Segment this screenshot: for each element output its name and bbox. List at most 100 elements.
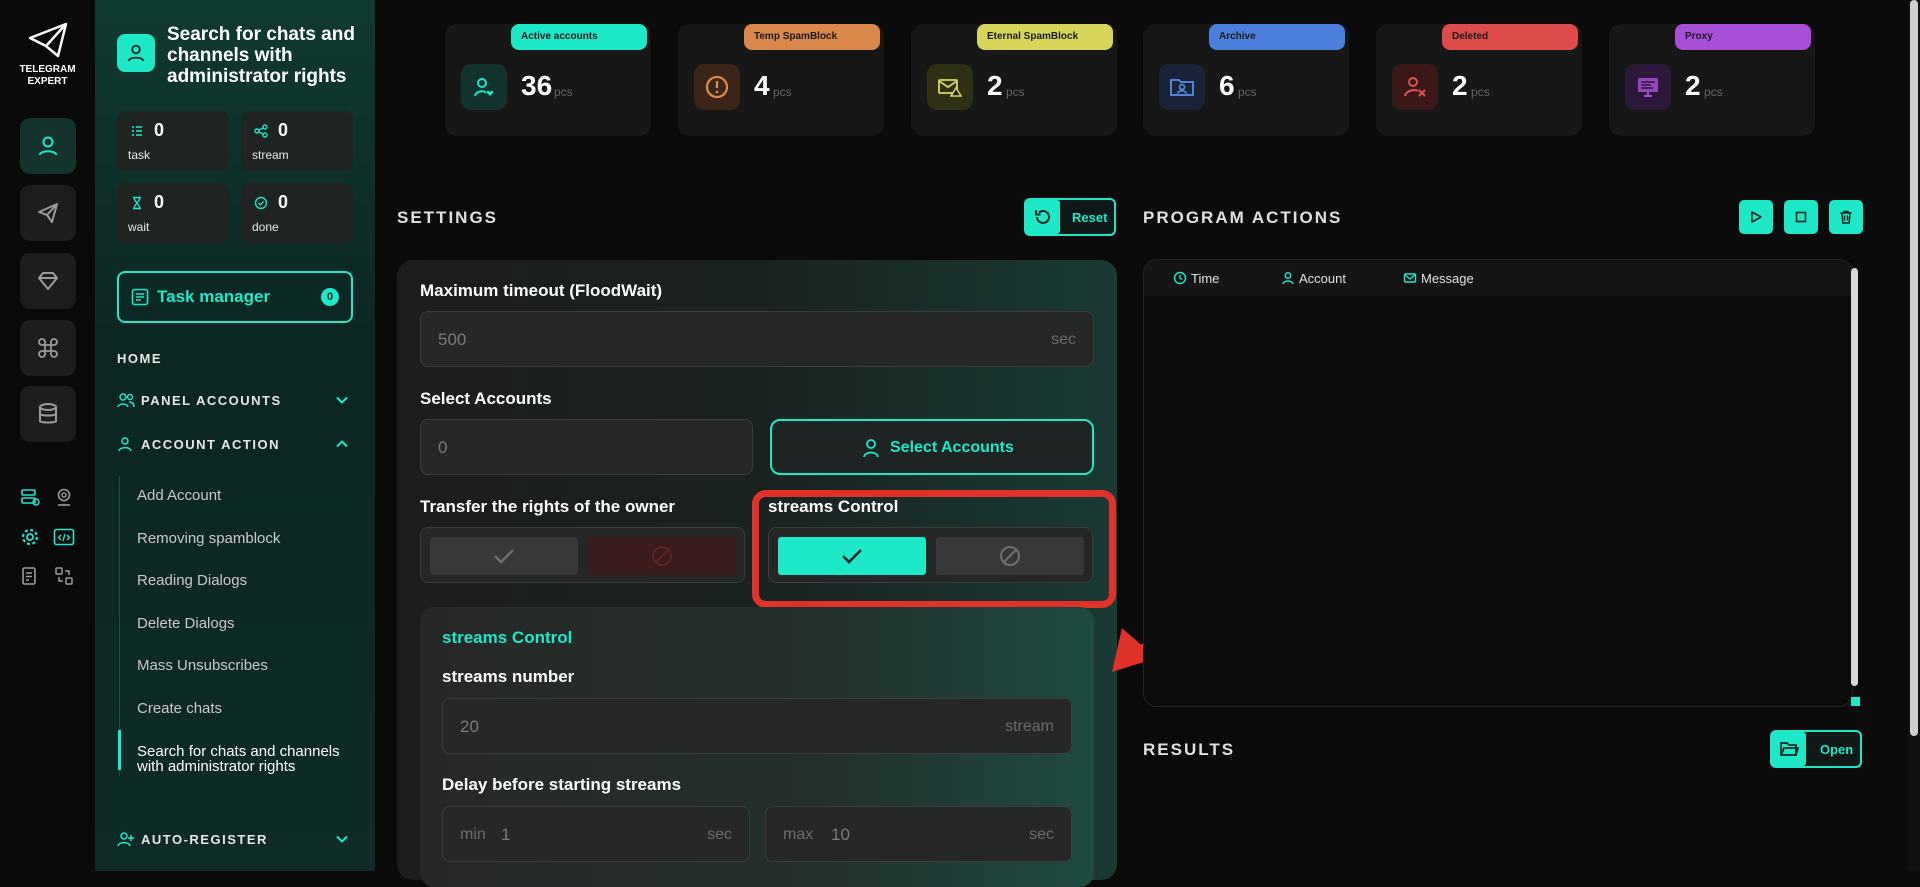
chevron-down-icon[interactable]	[335, 393, 349, 407]
transfer-rights-no[interactable]	[588, 537, 736, 575]
delay-min-prefix: min	[460, 826, 486, 843]
log-scrollbar[interactable]	[1851, 268, 1858, 686]
nav-home-label: HOME	[117, 351, 162, 366]
page-scrollbar[interactable]	[1908, 0, 1920, 871]
delay-min-unit: sec	[707, 826, 732, 843]
chevron-up-icon[interactable]	[335, 437, 349, 451]
rail-accounts-button[interactable]	[20, 118, 76, 174]
timeout-value: 500	[438, 330, 467, 349]
nav-account-action-label: ACCOUNT ACTION	[141, 437, 280, 452]
rail-mailing-button[interactable]	[20, 185, 76, 241]
streams-number-input[interactable]: 20 stream	[442, 698, 1072, 754]
done-stat-card: 0 done	[241, 183, 353, 243]
wait-stat-card: 0 wait	[117, 183, 229, 243]
proxy-screen-icon	[1625, 64, 1671, 110]
deleted-card[interactable]: Deleted 2 pcs	[1376, 24, 1582, 136]
switch-icon	[55, 567, 73, 585]
selected-accounts-count-field[interactable]: 0	[420, 419, 753, 475]
code-tool[interactable]	[53, 526, 75, 548]
sidebar-item-removing-spamblock[interactable]: Removing spamblock	[137, 530, 280, 547]
sidebar-item-search-admin-chats[interactable]: Search for chats and channels with admin…	[137, 744, 347, 774]
database-icon	[39, 403, 57, 424]
archive-card[interactable]: Archive 6 pcs	[1143, 24, 1349, 136]
diamond-icon	[38, 272, 58, 290]
active-accounts-count: 36	[521, 70, 553, 101]
nav-home[interactable]: HOME	[117, 351, 162, 366]
message-column-label: Message	[1421, 271, 1474, 286]
rail-database-button[interactable]	[20, 386, 76, 442]
task-manager-button[interactable]: Task manager 0	[117, 271, 353, 323]
nav-panel-accounts-label: PANEL ACCOUNTS	[141, 393, 282, 408]
reset-icon	[1026, 200, 1060, 234]
sidebar-item-reading-dialogs[interactable]: Reading Dialogs	[137, 572, 247, 589]
account-column-label: Account	[1299, 271, 1346, 286]
resize-handle[interactable]	[1851, 697, 1860, 706]
active-accounts-card[interactable]: Active accounts 36 pcs	[445, 24, 651, 136]
select-accounts-button-label: Select Accounts	[890, 439, 1014, 456]
clear-log-button[interactable]	[1829, 200, 1863, 234]
settings-tool[interactable]	[19, 526, 41, 548]
chevron-down-icon[interactable]	[335, 832, 349, 846]
user-heart-icon	[461, 64, 507, 110]
folder-open-icon	[1772, 732, 1806, 766]
check-icon	[494, 549, 514, 564]
transfer-rights-toggle	[420, 527, 745, 583]
code-icon	[53, 528, 75, 546]
time-column-label: Time	[1191, 271, 1220, 286]
left-rail: TELEGRAM EXPERT	[0, 0, 95, 871]
transfer-rights-yes[interactable]	[430, 537, 578, 575]
sidebar-item-create-chats[interactable]: Create chats	[137, 700, 222, 717]
active-accounts-tag: Active accounts	[511, 24, 647, 50]
document-tool[interactable]	[19, 565, 41, 587]
delay-min-input[interactable]: min 1 sec	[442, 806, 750, 862]
task-label: task	[128, 148, 151, 162]
sidebar-item-add-account[interactable]: Add Account	[137, 487, 221, 504]
task-manager-count: 0	[321, 288, 339, 306]
rail-commands-button[interactable]	[20, 320, 76, 376]
task-manager-icon	[131, 288, 149, 306]
temp-spamblock-card[interactable]: Temp SpamBlock 4 pcs	[678, 24, 884, 136]
select-accounts-label: Select Accounts	[420, 389, 552, 408]
archive-unit: pcs	[1238, 85, 1257, 99]
logo-text-line2: EXPERT	[27, 76, 68, 87]
select-accounts-button[interactable]: Select Accounts	[770, 419, 1094, 475]
results-title: RESULTS	[1143, 740, 1236, 759]
user-icon	[863, 439, 879, 458]
page-scrollbar-thumb[interactable]	[1910, 0, 1918, 736]
nav-auto-register[interactable]: AUTO-REGISTER	[117, 832, 348, 847]
server-list-tool[interactable]	[19, 486, 41, 508]
archive-count: 6	[1219, 70, 1235, 101]
streams-number-value: 20	[460, 717, 479, 736]
eternal-spamblock-unit: pcs	[1006, 85, 1025, 99]
users-icon	[117, 393, 135, 408]
user-icon	[1282, 272, 1294, 285]
active-accounts-unit: pcs	[554, 85, 573, 99]
sidebar-item-delete-dialogs[interactable]: Delete Dialogs	[137, 615, 235, 632]
user-icon	[38, 136, 58, 156]
switch-tool[interactable]	[53, 565, 75, 587]
nav-account-action[interactable]: ACCOUNT ACTION	[117, 437, 348, 452]
temp-spamblock-tag: Temp SpamBlock	[744, 24, 880, 50]
open-results-button[interactable]: Open	[1770, 730, 1862, 768]
proxy-card[interactable]: Proxy 2 pcs	[1609, 24, 1815, 136]
rail-premium-button[interactable]	[20, 253, 76, 309]
wait-label: wait	[128, 220, 150, 234]
sidebar-header: Search for chats and channels with admin…	[117, 24, 367, 87]
program-actions-log[interactable]: Time Account Message	[1143, 259, 1853, 707]
sidebar-item-mass-unsubscribes[interactable]: Mass Unsubscribes	[137, 657, 268, 674]
task-manager-label: Task manager	[157, 287, 271, 306]
nav-panel-accounts[interactable]: PANEL ACCOUNTS	[117, 393, 348, 408]
stop-button[interactable]	[1784, 200, 1818, 234]
eternal-spamblock-tag: Eternal SpamBlock	[977, 24, 1113, 50]
list-icon	[132, 126, 142, 136]
play-button[interactable]	[1739, 200, 1773, 234]
delay-min-value: 1	[501, 825, 511, 844]
reset-label: Reset	[1072, 210, 1108, 225]
deleted-count: 2	[1452, 70, 1468, 101]
timeout-input[interactable]: 500 sec	[420, 311, 1094, 367]
play-icon	[1751, 211, 1762, 223]
reset-button[interactable]: Reset	[1024, 198, 1116, 236]
delay-max-input[interactable]: max 10 sec	[765, 806, 1072, 862]
eternal-spamblock-card[interactable]: Eternal SpamBlock 2 pcs	[911, 24, 1117, 136]
geo-tool[interactable]	[53, 486, 75, 508]
